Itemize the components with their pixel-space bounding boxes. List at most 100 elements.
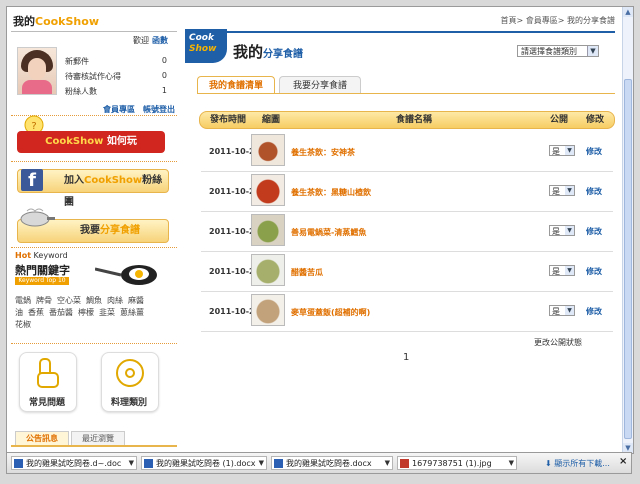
cooking-pot-icon: [20, 208, 55, 227]
column-header: 公開: [550, 115, 569, 125]
cookshow-logo[interactable]: Cook Show: [185, 29, 227, 63]
change-public-status-button[interactable]: 更改公開狀態: [534, 337, 582, 348]
recipe-name-link[interactable]: 麥草蛋蓋飯(超補的啊): [291, 307, 370, 318]
show-all-downloads-link[interactable]: ⬇ 顯示所有下載...: [545, 458, 610, 469]
table-row: 2011-10-24 養生茶飲：安神茶 是 ▼ 修改: [201, 131, 613, 172]
scroll-thumb[interactable]: [624, 79, 632, 439]
keyword-link[interactable]: 鯛魚: [86, 296, 102, 305]
chevron-down-icon: ▼: [565, 306, 574, 315]
divider: [11, 343, 177, 344]
table-row: 2011-10-24 麥草蛋蓋飯(超補的啊) 是 ▼ 修改: [201, 291, 613, 332]
column-header: 食譜名稱: [396, 115, 433, 125]
hot-keywords-title: 熱門關鍵字: [15, 264, 70, 277]
chevron-down-icon: ▼: [587, 46, 598, 56]
sidebar-tabs: 公告訊息 最近瀏覽: [11, 431, 177, 447]
public-select[interactable]: 是 ▼: [549, 265, 575, 276]
member-area-link[interactable]: 會員專區: [103, 105, 135, 114]
recipe-thumbnail[interactable]: [251, 134, 285, 166]
tab-recent[interactable]: 最近瀏覽: [71, 431, 125, 445]
download-item[interactable]: 1679738751 (1).jpg ▼: [397, 456, 517, 470]
how-to-play-button[interactable]: CookShow 如何玩: [17, 131, 165, 153]
close-icon[interactable]: ×: [619, 456, 627, 467]
keyword-link[interactable]: 麻醬: [128, 296, 144, 305]
category-select[interactable]: 請選擇食譜類別 ▼: [517, 45, 599, 57]
download-item[interactable]: 我的雞果試吃問卷 (1).docx ▼: [141, 456, 267, 470]
recipe-thumbnail[interactable]: [251, 294, 285, 326]
divider: [197, 93, 615, 94]
recipe-name-link[interactable]: 養生茶飲：黑糖山楂飲: [291, 187, 371, 198]
keyword-link[interactable]: 肉絲: [107, 296, 123, 305]
browser-page: 我的CookShow 首頁> 會員專區> 我的分享食譜 歡迎 函數 新郵件 0 待審…: [6, 6, 634, 454]
keyword-link[interactable]: 檸檬: [78, 308, 94, 317]
chevron-down-icon[interactable]: ▼: [259, 457, 264, 469]
keyword-link[interactable]: 蔥絲薑: [120, 308, 144, 317]
recipe-name-link[interactable]: 善易電鍋菜-清蒸鱈魚: [291, 227, 366, 238]
facebook-icon: f: [21, 169, 43, 191]
hot-keyword-label: Hot Keyword: [15, 251, 68, 260]
tab-share-recipe[interactable]: 我要分享食譜: [279, 76, 361, 94]
account-links: 會員專區 帳號登出: [95, 104, 175, 115]
tab-my-recipes[interactable]: 我的食譜清單: [197, 76, 275, 94]
keyword-link[interactable]: 花椒: [15, 320, 31, 329]
chevron-down-icon: ▼: [565, 266, 574, 275]
logout-link[interactable]: 帳號登出: [143, 105, 175, 114]
scroll-up-icon[interactable]: ▲: [623, 7, 633, 17]
download-item[interactable]: 我的雞果試吃問卷.docx ▼: [271, 456, 393, 470]
donut-icon: [116, 359, 144, 387]
edit-link[interactable]: 修改: [586, 146, 602, 157]
edit-link[interactable]: 修改: [586, 186, 602, 197]
frying-pan-icon: [95, 265, 157, 285]
stat-new-mail[interactable]: 新郵件 0: [65, 56, 167, 67]
table-header: 發布時間 縮圖 食譜名稱 公開 修改: [199, 111, 615, 129]
tab-notice[interactable]: 公告訊息: [15, 431, 69, 445]
document-icon: [14, 459, 23, 468]
download-arrow-icon: ⬇: [545, 459, 555, 468]
chevron-down-icon[interactable]: ▼: [129, 457, 134, 469]
document-icon: [144, 459, 153, 468]
edit-link[interactable]: 修改: [586, 226, 602, 237]
breadcrumb[interactable]: 首頁> 會員專區> 我的分享食譜: [501, 15, 616, 26]
faq-label: 常見問題: [28, 398, 65, 408]
site-title[interactable]: 我的CookShow: [13, 13, 99, 29]
keyword-link[interactable]: 香蕉: [28, 308, 44, 317]
divider: [11, 247, 177, 248]
keyword-link[interactable]: 韭菜: [99, 308, 115, 317]
chevron-down-icon[interactable]: ▼: [385, 457, 390, 469]
divider: [185, 31, 615, 33]
chevron-down-icon: ▼: [565, 226, 574, 235]
download-item[interactable]: 我的雞果試吃問卷.d~.doc ▼: [11, 456, 137, 470]
keyword-link[interactable]: 番茄醬: [49, 308, 73, 317]
vertical-scrollbar[interactable]: ▲ ▼: [622, 7, 633, 453]
page-title: 我的分享食譜: [233, 43, 304, 61]
edit-link[interactable]: 修改: [586, 306, 602, 317]
recipe-thumbnail[interactable]: [251, 174, 285, 206]
public-select[interactable]: 是 ▼: [549, 185, 575, 196]
keyword-link[interactable]: 油: [15, 308, 23, 317]
page-number[interactable]: 1: [403, 352, 409, 363]
stat-pending-reviews[interactable]: 待審核試作心得 0: [65, 71, 167, 82]
divider: [11, 31, 177, 32]
recipe-thumbnail[interactable]: [251, 214, 285, 246]
column-header: 發布時間: [210, 115, 247, 125]
recipe-thumbnail[interactable]: [251, 254, 285, 286]
chevron-down-icon: ▼: [565, 186, 574, 195]
public-select[interactable]: 是 ▼: [549, 225, 575, 236]
keyword-link[interactable]: 空心菜: [57, 296, 81, 305]
avatar[interactable]: [17, 47, 57, 95]
keyword-list: 電鍋 牌骨 空心菜 鯛魚 肉絲 麻醬 油香蕉 番茄醬 檸檬 韭菜 蔥絲薑 花椒: [15, 295, 175, 331]
public-select[interactable]: 是 ▼: [549, 305, 575, 316]
table-row: 2011-10-24 善易電鍋菜-清蒸鱈魚 是 ▼ 修改: [201, 211, 613, 252]
divider: [11, 161, 177, 162]
keyword-link[interactable]: 牌骨: [36, 296, 52, 305]
stat-fans[interactable]: 粉絲人數 1: [65, 86, 167, 97]
recipe-name-link[interactable]: 養生茶飲：安神茶: [291, 147, 355, 158]
edit-link[interactable]: 修改: [586, 266, 602, 277]
chevron-down-icon[interactable]: ▼: [509, 457, 514, 469]
hand-pointer-icon: [37, 358, 59, 388]
login-link[interactable]: 函數: [152, 36, 168, 45]
column-header: 修改: [586, 115, 605, 125]
keyword-link[interactable]: 電鍋: [15, 296, 31, 305]
public-select[interactable]: 是 ▼: [549, 145, 575, 156]
recipe-name-link[interactable]: 醋醬苦瓜: [291, 267, 323, 278]
chevron-down-icon: ▼: [565, 146, 574, 155]
